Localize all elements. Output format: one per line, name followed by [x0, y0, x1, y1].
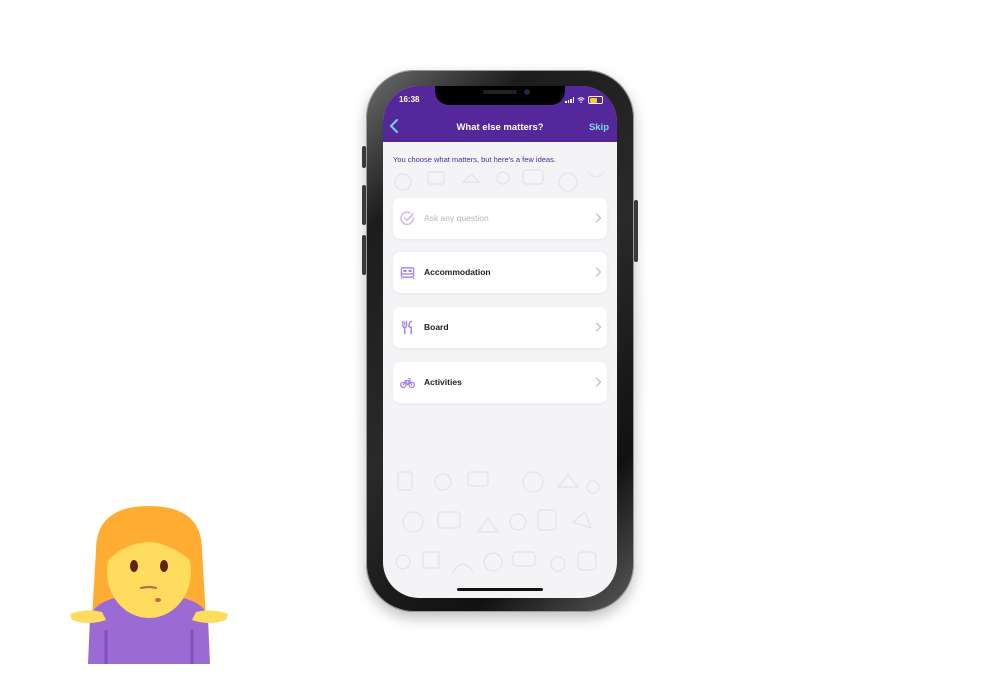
home-indicator[interactable]: [457, 588, 543, 591]
skip-button[interactable]: Skip: [589, 122, 609, 133]
front-camera: [524, 89, 530, 95]
page-title: What else matters?: [456, 122, 544, 133]
chevron-right-icon: [595, 267, 602, 277]
volume-down-button: [362, 235, 366, 275]
mute-switch: [362, 146, 366, 168]
stage: 16:38 What else matters? Skip You choose…: [0, 0, 1000, 700]
cellular-signal-icon: [565, 97, 574, 103]
list-item-label: Activities: [424, 377, 462, 387]
list-item-accommodation[interactable]: Accommodation: [393, 252, 607, 293]
volume-up-button: [362, 185, 366, 225]
speaker-grille: [483, 90, 517, 94]
chevron-right-icon: [595, 322, 602, 332]
check-circle-icon: [400, 211, 414, 226]
bicycle-icon: [400, 378, 415, 389]
chevron-right-icon: [595, 213, 602, 223]
phone-screen: 16:38 What else matters? Skip You choose…: [383, 86, 617, 598]
list-item-activities[interactable]: Activities: [393, 362, 607, 403]
battery-level: [589, 97, 597, 103]
status-time: 16:38: [399, 95, 420, 104]
subtitle-text: You choose what matters, but here's a fe…: [393, 155, 556, 164]
power-button: [634, 200, 638, 262]
list-item-ask-question[interactable]: Ask any question: [393, 198, 607, 239]
nav-header: 16:38 What else matters? Skip: [383, 86, 617, 142]
wifi-icon: [577, 97, 585, 103]
person-shrugging-emoji: [70, 506, 228, 664]
phone-notch: [435, 86, 565, 105]
chevron-right-icon: [595, 377, 602, 387]
list-item-board[interactable]: Board: [393, 307, 607, 348]
list-item-label: Ask any question: [424, 213, 489, 223]
list-item-label: Board: [424, 322, 449, 332]
battery-icon: [588, 96, 603, 104]
fork-knife-icon: [402, 320, 412, 335]
list-item-label: Accommodation: [424, 267, 491, 277]
status-icons: [565, 96, 603, 104]
bed-icon: [400, 267, 415, 280]
